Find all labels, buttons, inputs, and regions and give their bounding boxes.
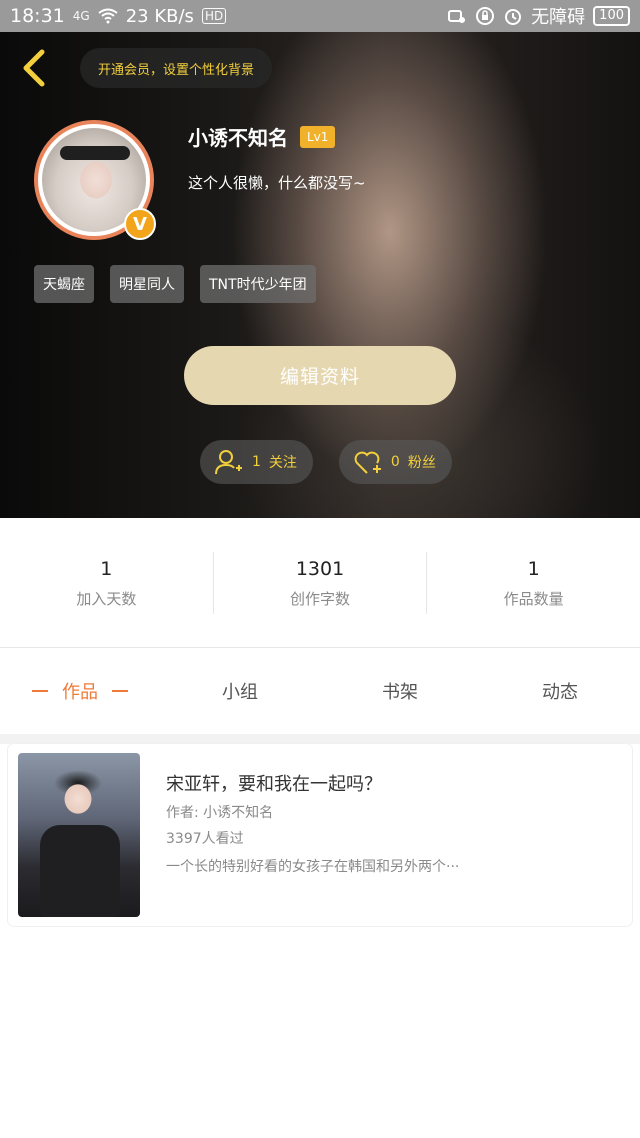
profile-tabs: 作品 小组 书架 动态 [0,648,640,734]
stat-value: 1 [527,557,540,580]
profile-header: 开通会员，设置个性化背景 V 小诱不知名 Lv1 这个人很懒，什么都没写~ 天蝎… [0,32,640,518]
stat-works-count: 1 作品数量 [427,552,640,614]
heart-add-icon [354,451,381,474]
work-card[interactable]: 宋亚轩，要和我在一起吗？ 作者: 小诱不知名 3397人看过 一个长的特别好看的… [8,744,632,926]
book-title: 宋亚轩，要和我在一起吗？ [166,774,382,795]
tab-label: 作品 [62,682,98,703]
lock-icon [475,6,495,26]
tab-label: 书架 [382,682,418,703]
stat-word-count: 1301 创作字数 [214,552,428,614]
avatar[interactable]: V [34,120,156,240]
followers-count: 0 [390,454,400,470]
following-count: 1 [252,454,261,470]
followers-label: 粉丝 [407,455,436,471]
alarm-icon [503,6,523,26]
user-add-icon [215,450,242,475]
book-views: 3397人看过 [166,831,244,847]
tag-item[interactable]: TNT时代少年团 [200,265,316,303]
notification-icon [447,6,467,26]
tab-groups[interactable]: 小组 [160,678,320,704]
followers-button[interactable]: 0 粉丝 [338,440,452,484]
stat-label: 创作字数 [290,589,351,608]
tab-bookshelf[interactable]: 书架 [320,678,480,704]
active-indicator [112,690,128,692]
works-list: 宋亚轩，要和我在一起吗？ 作者: 小诱不知名 3397人看过 一个长的特别好看的… [0,734,640,1138]
edit-profile-button[interactable]: 编辑资料 [184,346,456,405]
stat-days-joined: 1 加入天数 [0,552,214,614]
hd-icon: HD [201,8,227,24]
level-badge: Lv1 [300,126,336,148]
verified-badge: V [124,208,156,240]
back-button[interactable] [18,48,50,88]
network-speed: 23 KB/s [125,5,194,27]
tag-list: 天蝎座 明星同人 TNT时代少年团 [34,265,316,303]
stat-value: 1 [100,557,113,580]
battery-indicator: 100 [593,6,630,26]
following-label: 关注 [268,455,297,471]
stat-label: 加入天数 [76,589,137,608]
status-bar: 18:31 4G 23 KB/s HD 无障碍 100 [0,0,640,32]
tag-item[interactable]: 明星同人 [110,265,184,303]
book-cover [18,753,140,917]
user-stats: 1 加入天数 1301 创作字数 1 作品数量 [0,518,640,648]
status-time: 18:31 [10,5,65,27]
network-indicator: 4G [72,9,90,23]
stat-value: 1301 [295,557,345,580]
book-description: 一个长的特别好看的女孩子在韩国和另外两个··· [166,859,460,875]
following-button[interactable]: 1 关注 [200,440,313,484]
tab-works[interactable]: 作品 [0,678,160,704]
wifi-icon [98,6,118,26]
tab-label: 动态 [542,682,578,703]
tab-activity[interactable]: 动态 [480,678,640,704]
book-author: 作者: 小诱不知名 [166,805,274,821]
follow-stats: 1 关注 0 粉丝 [200,440,452,484]
active-indicator [32,690,48,692]
user-bio: 这个人很懒，什么都没写~ [188,174,366,192]
tab-label: 小组 [222,682,258,703]
tag-item[interactable]: 天蝎座 [34,265,94,303]
username: 小诱不知名 [188,126,288,150]
vip-background-prompt[interactable]: 开通会员，设置个性化背景 [80,48,273,88]
stat-label: 作品数量 [503,589,564,608]
accessibility-label: 无障碍 [531,7,586,28]
chevron-left-icon [23,49,45,87]
